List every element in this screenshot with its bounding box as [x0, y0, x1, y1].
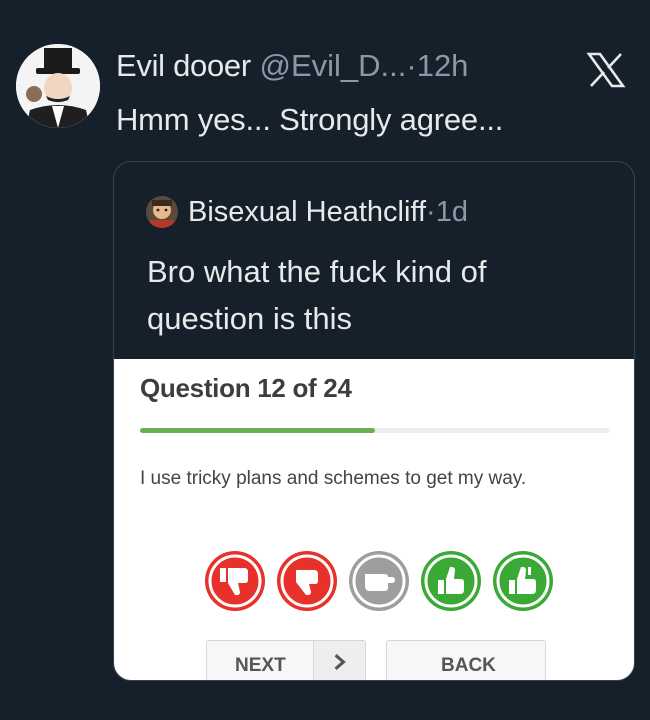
quoted-time[interactable]: 1d [436, 196, 468, 228]
quiz-screenshot: Question 12 of 24 I use tricky plans and… [114, 359, 634, 680]
answer-agree[interactable] [420, 550, 482, 612]
post-time[interactable]: 12h [417, 48, 469, 83]
comic-avatar-icon [146, 196, 178, 228]
answer-strongly-disagree[interactable] [204, 550, 266, 612]
next-button-label: NEXT [235, 655, 286, 676]
quoted-author-name[interactable]: Bisexual Heathcliff [188, 196, 426, 228]
progress-fill [140, 428, 375, 433]
post: Evil dooer @Evil_D...·12h Hmm yes... Str… [0, 0, 650, 720]
post-header: Evil dooer @Evil_D...·12h [116, 46, 468, 86]
quoted-header: Bisexual Heathcliff·1d [188, 194, 468, 230]
thumbs-up-icon [421, 551, 481, 611]
chevron-right-icon [313, 641, 365, 680]
thumbs-down-icon [277, 551, 337, 611]
x-logo-icon[interactable] [586, 52, 626, 88]
back-button[interactable]: BACK [386, 640, 546, 680]
quoted-text: Bro what the fuck kind of question is th… [147, 254, 487, 336]
author-handle[interactable]: @Evil_D... [259, 48, 406, 83]
back-button-label: BACK [441, 655, 496, 676]
answer-neutral[interactable] [348, 550, 410, 612]
quoted-author-avatar[interactable] [146, 196, 178, 228]
answer-disagree[interactable] [276, 550, 338, 612]
author-avatar[interactable] [16, 44, 100, 128]
quiz-title: Question 12 of 24 [140, 373, 352, 403]
quoted-post[interactable]: Bisexual Heathcliff·1d Bro what the fuck… [113, 161, 635, 681]
post-text: Hmm yes... Strongly agree... [116, 102, 504, 137]
next-button[interactable]: NEXT [206, 640, 366, 680]
thumbs-down-icon [205, 551, 265, 611]
progress-bar [140, 428, 610, 433]
answer-strongly-agree[interactable] [492, 550, 554, 612]
separator-dot: · [406, 48, 417, 83]
thumbs-up-icon [493, 551, 553, 611]
author-name[interactable]: Evil dooer [116, 48, 251, 83]
answer-options [204, 550, 554, 612]
separator-dot: · [426, 196, 436, 228]
hand-pointing-icon [349, 551, 409, 611]
quiz-question: I use tricky plans and schemes to get my… [140, 468, 527, 489]
top-hat-villain-avatar-icon [16, 44, 100, 128]
